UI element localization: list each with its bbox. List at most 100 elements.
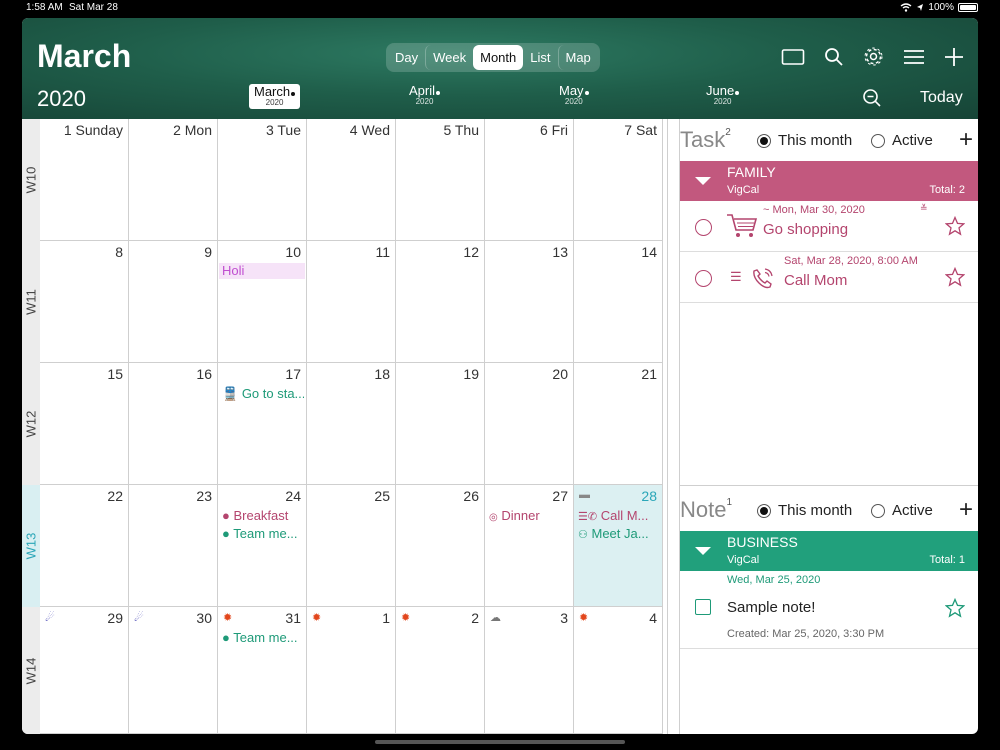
day-cell[interactable]: 29 ☄ [40,607,129,734]
task-item-go-shopping[interactable]: ~ Mon, Mar 30, 2020 ≚ Go shopping [680,201,978,252]
day-cell[interactable]: 24 ● Breakfast ● Team me... [218,485,307,607]
day-cell[interactable]: 8 [40,241,129,363]
note-group-business[interactable]: BUSINESS VigCal Total: 1 [680,531,978,571]
day-cell[interactable]: 20 [485,363,574,485]
day-number: 31 [285,610,301,626]
week-label-cell: W13 [22,485,40,607]
train-icon: 🚆 [222,386,239,401]
day-cell[interactable]: 11 [307,241,396,363]
zoom-out-icon[interactable] [862,88,882,108]
day-cell[interactable]: 26 [396,485,485,607]
today-button[interactable]: Today [920,89,963,107]
day-cell[interactable]: 18 [307,363,396,485]
task-filter-active[interactable]: Active [871,132,933,149]
sun-icon: ✹ [312,612,322,624]
task-checkbox[interactable] [695,270,712,287]
day-number: 4 [649,610,657,626]
day-cell[interactable]: 6 Fri [485,119,574,241]
star-icon[interactable] [945,267,965,287]
note-item-sample[interactable]: Sample note! Created: Mar 25, 2020, 3:30… [680,589,978,649]
task-count: 2 [725,126,731,138]
gear-icon[interactable] [863,46,884,67]
day-cell[interactable]: 14 [574,241,663,363]
battery-percent: 100% [928,2,954,13]
add-note-button[interactable]: + [959,498,973,522]
star-icon[interactable] [945,216,965,236]
month-nav-label: May [559,83,584,98]
day-cell[interactable]: 4 Wed [307,119,396,241]
note-filter-active[interactable]: Active [871,502,933,519]
day-cell[interactable]: 12 [396,241,485,363]
star-icon[interactable] [945,598,965,618]
day-cell[interactable]: 4 ✹ [574,607,663,734]
location-icon [917,4,924,11]
plus-icon[interactable] [944,47,964,67]
view-list-tab[interactable]: List [523,45,557,70]
view-week-tab[interactable]: Week [425,45,473,70]
month-nav-may[interactable]: May 2020 [559,84,589,107]
day-cell[interactable]: 5 Thu [396,119,485,241]
day-cell[interactable]: 19 [396,363,485,485]
day-cell[interactable]: 15 [40,363,129,485]
day-cell[interactable]: 21 [574,363,663,485]
day-cell[interactable]: 16 [129,363,218,485]
month-nav-june[interactable]: June 2020 [706,84,740,107]
view-switcher: Day Week Month List Map [386,43,600,72]
task-item-call-mom[interactable]: ☰ Sat, Mar 28, 2020, 8:00 AM Call Mom [680,252,978,303]
day-cell[interactable]: 3 ☁ [485,607,574,734]
event-team-meeting[interactable]: ● Team me... [222,630,304,645]
day-cell[interactable]: 9 [129,241,218,363]
event-breakfast[interactable]: ● Breakfast [222,508,304,523]
home-indicator[interactable] [375,740,625,744]
day-cell[interactable]: 1 ✹ [307,607,396,734]
month-nav-march[interactable]: March 2020 [249,84,301,109]
menu-icon[interactable] [903,48,925,66]
day-cell[interactable]: 2 Mon [129,119,218,241]
day-cell[interactable]: 22 [40,485,129,607]
task-group-family[interactable]: FAMILY VigCal Total: 2 [680,161,978,201]
event-team-meeting[interactable]: ● Team me... [222,526,304,541]
day-cell[interactable]: 10 Holi [218,241,307,363]
note-checkbox[interactable] [695,599,711,615]
day-cell[interactable]: 23 [129,485,218,607]
note-filter-this-month[interactable]: This month [757,502,852,519]
add-task-button[interactable]: + [959,128,973,152]
search-icon[interactable] [824,47,844,67]
view-month-tab[interactable]: Month [473,45,524,70]
month-nav-april[interactable]: April 2020 [409,84,441,107]
week-label: W10 [23,166,39,194]
event-title: Team me... [233,630,298,645]
task-filter-this-month[interactable]: This month [757,132,852,149]
day-cell[interactable]: 3 Tue [218,119,307,241]
sun-icon: ✹ [401,612,411,624]
day-cell[interactable]: 30 ☄ [129,607,218,734]
event-call-mom[interactable]: ☰✆ Call M... [578,508,660,523]
phone-ringing-icon [753,268,773,289]
event-title: Go to sta... [241,386,304,401]
day-cell[interactable]: 25 [307,485,396,607]
rectangle-icon[interactable] [781,48,805,66]
event-holi[interactable]: Holi [219,263,305,279]
day-number: 3 [560,610,568,626]
group-source: VigCal [727,184,760,196]
day-header: 5 Thu [443,122,479,138]
year-title: 2020 [37,86,86,111]
event-dinner[interactable]: ◎ Dinner [489,508,571,523]
day-cell[interactable]: 27 ◎ Dinner [485,485,574,607]
task-checkbox[interactable] [695,219,712,236]
event-go-station[interactable]: 🚆 Go to sta... [222,386,304,402]
group-name: FAMILY [727,164,776,180]
day-cell[interactable]: 2 ✹ [396,607,485,734]
day-cell[interactable]: 13 [485,241,574,363]
view-day-tab[interactable]: Day [388,45,425,70]
event-title: Breakfast [233,508,289,523]
event-title: Team me... [233,526,298,541]
event-meet[interactable]: ⚇ Meet Ja... [578,526,660,541]
view-map-tab[interactable]: Map [557,45,598,70]
day-cell[interactable]: 31 ✹ ● Team me... [218,607,307,734]
day-cell[interactable]: 7 Sat [574,119,663,241]
day-cell[interactable]: 17 🚆 Go to sta... [218,363,307,485]
week-label: W11 [23,289,39,315]
day-cell-today[interactable]: 28 ▬ ☰✆ Call M... ⚇ Meet Ja... [574,485,663,607]
day-cell[interactable]: 1 Sunday [40,119,129,241]
